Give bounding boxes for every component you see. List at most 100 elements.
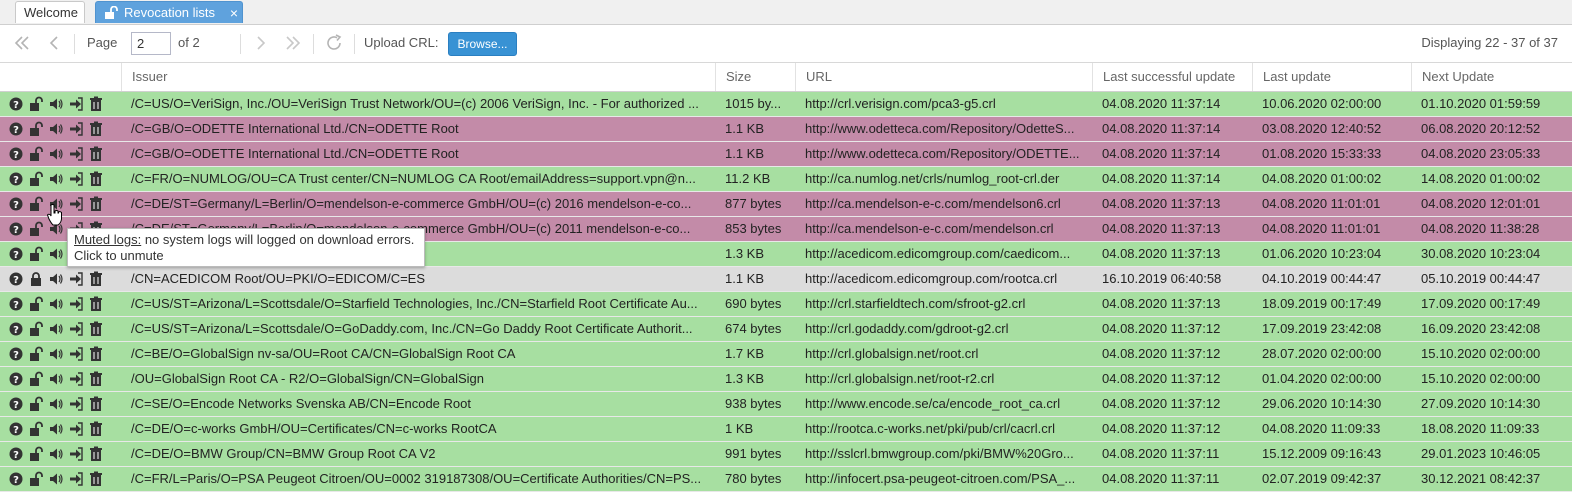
volume-icon[interactable] <box>48 246 64 262</box>
last-successful-update-column-header[interactable]: Last successful update <box>1092 63 1252 91</box>
unlock-icon[interactable] <box>28 96 44 112</box>
help-icon[interactable]: ? <box>8 321 24 337</box>
volume-icon[interactable] <box>48 271 64 287</box>
trash-icon[interactable] <box>88 371 104 387</box>
table-row[interactable]: ? /C=FR/L=Paris/O=PSA Peugeot Citroen/OU=… <box>0 467 1572 492</box>
download-icon[interactable] <box>68 271 84 287</box>
table-row[interactable]: ? /C=SE/O=Encode Networks Svenska AB/CN=E… <box>0 392 1572 417</box>
prev-page-icon[interactable] <box>43 33 65 53</box>
url-column-header[interactable]: URL <box>795 63 1092 91</box>
download-icon[interactable] <box>68 396 84 412</box>
help-icon[interactable]: ? <box>8 146 24 162</box>
volume-icon[interactable] <box>48 346 64 362</box>
table-row[interactable]: ? /C=US/ST=Arizona/L=Scottsdale/O=Starfie… <box>0 292 1572 317</box>
unlock-icon[interactable] <box>28 321 44 337</box>
download-icon[interactable] <box>68 121 84 137</box>
volume-icon[interactable] <box>48 446 64 462</box>
volume-icon[interactable] <box>48 121 64 137</box>
table-row[interactable]: ? /C=GB/O=ODETTE International Ltd./CN=OD… <box>0 142 1572 167</box>
download-icon[interactable] <box>68 321 84 337</box>
table-row[interactable]: ? /C=DE/ST=Germany/L=Berlin/O=mendelson-e… <box>0 192 1572 217</box>
trash-icon[interactable] <box>88 346 104 362</box>
help-icon[interactable]: ? <box>8 271 24 287</box>
table-row[interactable]: ? /C=US/O=VeriSign, Inc./OU=VeriSign Trus… <box>0 92 1572 117</box>
table-row[interactable]: ? /CN=ACEDICOM Root/OU=PKI/O=EDICOM/C=ES 1… <box>0 267 1572 292</box>
help-icon[interactable]: ? <box>8 221 24 237</box>
trash-icon[interactable] <box>88 296 104 312</box>
volume-icon[interactable] <box>48 96 64 112</box>
trash-icon[interactable] <box>88 96 104 112</box>
first-page-icon[interactable] <box>11 33 33 53</box>
trash-icon[interactable] <box>88 471 104 487</box>
unlock-icon[interactable] <box>28 121 44 137</box>
help-icon[interactable]: ? <box>8 421 24 437</box>
lock-icon[interactable] <box>28 271 44 287</box>
trash-icon[interactable] <box>88 271 104 287</box>
last-update-column-header[interactable]: Last update <box>1252 63 1411 91</box>
volume-icon[interactable] <box>48 421 64 437</box>
volume-icon[interactable] <box>48 146 64 162</box>
last-page-icon[interactable] <box>282 33 304 53</box>
help-icon[interactable]: ? <box>8 171 24 187</box>
help-icon[interactable]: ? <box>8 296 24 312</box>
trash-icon[interactable] <box>88 196 104 212</box>
unlock-icon[interactable] <box>28 171 44 187</box>
table-row[interactable]: ? /C=FR/O=NUMLOG/OU=CA Trust center/CN=NU… <box>0 167 1572 192</box>
download-icon[interactable] <box>68 146 84 162</box>
table-row[interactable]: ? /C=DE/O=BMW Group/CN=BMW Group Root CA … <box>0 442 1572 467</box>
trash-icon[interactable] <box>88 171 104 187</box>
help-icon[interactable]: ? <box>8 471 24 487</box>
refresh-icon[interactable] <box>324 33 346 53</box>
help-icon[interactable]: ? <box>8 371 24 387</box>
unlock-icon[interactable] <box>28 421 44 437</box>
table-row[interactable]: ? /OU=GlobalSign Root CA - R2/O=GlobalSig… <box>0 367 1572 392</box>
volume-icon[interactable] <box>48 371 64 387</box>
close-icon[interactable]: × <box>230 2 238 24</box>
download-icon[interactable] <box>68 446 84 462</box>
download-icon[interactable] <box>68 171 84 187</box>
download-icon[interactable] <box>68 421 84 437</box>
unlock-icon[interactable] <box>28 246 44 262</box>
volume-icon[interactable] <box>48 396 64 412</box>
unlock-icon[interactable] <box>28 196 44 212</box>
volume-icon[interactable] <box>48 321 64 337</box>
help-icon[interactable]: ? <box>8 246 24 262</box>
size-column-header[interactable]: Size <box>715 63 795 91</box>
help-icon[interactable]: ? <box>8 96 24 112</box>
unlock-icon[interactable] <box>28 221 44 237</box>
download-icon[interactable] <box>68 196 84 212</box>
download-icon[interactable] <box>68 296 84 312</box>
page-input[interactable] <box>131 32 171 55</box>
issuer-column-header[interactable]: Issuer <box>121 63 715 91</box>
unlock-icon[interactable] <box>28 446 44 462</box>
table-row[interactable]: ? /C=DE/O=c-works GmbH/OU=Certificates/CN… <box>0 417 1572 442</box>
next-page-icon[interactable] <box>250 33 272 53</box>
table-row[interactable]: ? /C=BE/O=GlobalSign nv-sa/OU=Root CA/CN=… <box>0 342 1572 367</box>
unlock-icon[interactable] <box>28 296 44 312</box>
trash-icon[interactable] <box>88 146 104 162</box>
next-update-column-header[interactable]: Next Update <box>1411 63 1572 91</box>
table-row[interactable]: ? /C=US/ST=Arizona/L=Scottsdale/O=GoDaddy… <box>0 317 1572 342</box>
download-icon[interactable] <box>68 96 84 112</box>
trash-icon[interactable] <box>88 446 104 462</box>
browse-button[interactable]: Browse... <box>448 32 517 56</box>
download-icon[interactable] <box>68 471 84 487</box>
unlock-icon[interactable] <box>28 146 44 162</box>
unlock-icon[interactable] <box>28 396 44 412</box>
volume-icon[interactable] <box>48 296 64 312</box>
download-icon[interactable] <box>68 346 84 362</box>
trash-icon[interactable] <box>88 321 104 337</box>
help-icon[interactable]: ? <box>8 396 24 412</box>
tab-revocation-lists[interactable]: Revocation lists × <box>95 1 243 23</box>
download-icon[interactable] <box>68 371 84 387</box>
unlock-icon[interactable] <box>28 371 44 387</box>
volume-icon[interactable] <box>48 171 64 187</box>
help-icon[interactable]: ? <box>8 446 24 462</box>
help-icon[interactable]: ? <box>8 196 24 212</box>
help-icon[interactable]: ? <box>8 346 24 362</box>
volume-icon[interactable] <box>48 471 64 487</box>
tab-welcome[interactable]: Welcome <box>15 1 85 23</box>
trash-icon[interactable] <box>88 396 104 412</box>
unlock-icon[interactable] <box>28 346 44 362</box>
table-row[interactable]: ? /C=GB/O=ODETTE International Ltd./CN=OD… <box>0 117 1572 142</box>
